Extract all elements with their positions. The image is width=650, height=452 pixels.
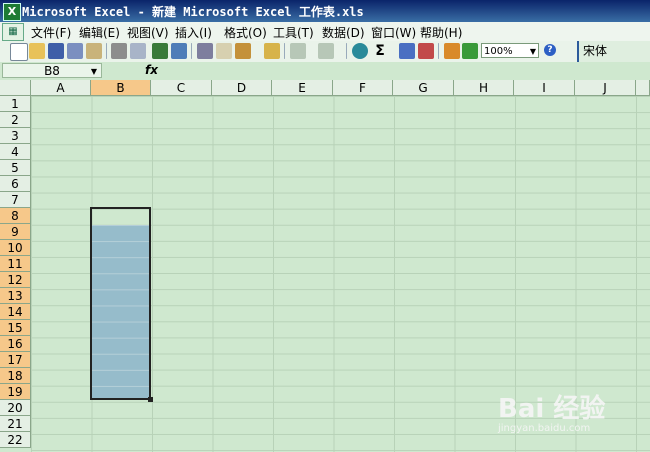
excel-icon[interactable]: X <box>3 3 21 21</box>
column-header-b[interactable]: B <box>91 80 151 96</box>
research-icon[interactable] <box>171 43 187 59</box>
redo-icon[interactable] <box>318 43 334 59</box>
formula-bar: B8 ▼ fx <box>0 62 650 81</box>
row-header[interactable]: 6 <box>0 176 31 192</box>
column-header-k[interactable] <box>636 80 650 96</box>
autosum-icon[interactable]: Σ <box>372 43 388 59</box>
column-header-h[interactable]: H <box>454 80 514 96</box>
chevron-down-icon: ▼ <box>529 47 536 56</box>
menu-format[interactable]: 格式(O) <box>224 24 267 41</box>
row-header-selected[interactable]: 11 <box>0 256 31 272</box>
row-header-selected[interactable]: 10 <box>0 240 31 256</box>
save-icon[interactable] <box>48 43 64 59</box>
row-header-selected[interactable]: 15 <box>0 320 31 336</box>
menu-window[interactable]: 窗口(W) <box>371 24 416 41</box>
row-header-selected[interactable]: 14 <box>0 304 31 320</box>
row-header-selected[interactable]: 17 <box>0 352 31 368</box>
cell-selection-range[interactable] <box>90 207 153 402</box>
column-header-e[interactable]: E <box>272 80 333 96</box>
print-icon[interactable] <box>111 43 127 59</box>
name-box-value: B8 <box>44 64 60 78</box>
row-header-selected[interactable]: 13 <box>0 288 31 304</box>
menu-file[interactable]: 文件(F) <box>31 24 71 41</box>
toolbar-separator <box>106 43 107 59</box>
sort-asc-icon[interactable] <box>399 43 415 59</box>
column-header-i[interactable]: I <box>514 80 575 96</box>
baidu-watermark: Bai 经验 <box>498 394 606 424</box>
menu-view[interactable]: 视图(V) <box>127 24 169 41</box>
help-icon[interactable]: ? <box>544 44 556 56</box>
hyperlink-icon[interactable] <box>352 43 368 59</box>
row-header[interactable]: 7 <box>0 192 31 208</box>
chart-wizard-icon[interactable] <box>444 43 460 59</box>
email-icon[interactable] <box>86 43 102 59</box>
zoom-value: 100% <box>484 46 513 57</box>
column-header-g[interactable]: G <box>393 80 454 96</box>
copy-icon[interactable] <box>216 43 232 59</box>
font-name-value: 宋体 <box>583 44 608 58</box>
standard-toolbar: Σ 100% ▼ ? <box>0 41 650 63</box>
toolbar-separator <box>346 43 347 59</box>
menu-insert[interactable]: 插入(I) <box>175 24 212 41</box>
workbook-icon[interactable]: ▦ <box>2 23 24 41</box>
row-header[interactable]: 20 <box>0 400 31 416</box>
menu-help[interactable]: 帮助(H) <box>420 24 462 41</box>
menu-tools[interactable]: 工具(T) <box>273 24 314 41</box>
paste-icon[interactable] <box>235 43 251 59</box>
row-header[interactable]: 1 <box>0 96 31 112</box>
column-header-f[interactable]: F <box>333 80 393 96</box>
toolbar-separator <box>191 43 192 59</box>
menu-bar: ▦ 文件(F) 编辑(E) 视图(V) 插入(I) 格式(O) 工具(T) 数据… <box>0 22 650 42</box>
undo-icon[interactable] <box>290 43 306 59</box>
cut-icon[interactable] <box>197 43 213 59</box>
row-header-selected[interactable]: 8 <box>0 208 31 224</box>
menu-edit[interactable]: 编辑(E) <box>79 24 120 41</box>
column-header-c[interactable]: C <box>151 80 212 96</box>
column-header-d[interactable]: D <box>212 80 272 96</box>
toolbar-separator <box>284 43 285 59</box>
row-header[interactable]: 21 <box>0 416 31 432</box>
fill-handle[interactable] <box>148 397 153 402</box>
zoom-select[interactable]: 100% ▼ <box>481 43 539 58</box>
row-header-selected[interactable]: 9 <box>0 224 31 240</box>
font-name-box[interactable]: 宋体 <box>577 41 650 62</box>
title-bar: X Microsoft Excel - 新建 Microsoft Excel 工… <box>0 0 650 22</box>
menu-data[interactable]: 数据(D) <box>322 24 365 41</box>
row-header[interactable]: 3 <box>0 128 31 144</box>
insert-function-icon[interactable]: fx <box>145 63 158 77</box>
column-header-a[interactable]: A <box>31 80 91 96</box>
new-icon[interactable] <box>10 43 28 61</box>
window-title: Microsoft Excel - 新建 Microsoft Excel 工作表… <box>22 5 364 19</box>
chevron-down-icon[interactable]: ▼ <box>91 64 97 79</box>
spelling-icon[interactable] <box>152 43 168 59</box>
row-header-selected[interactable]: 12 <box>0 272 31 288</box>
format-painter-icon[interactable] <box>264 43 280 59</box>
sort-desc-icon[interactable] <box>418 43 434 59</box>
column-header-j[interactable]: J <box>575 80 636 96</box>
row-header-selected[interactable]: 18 <box>0 368 31 384</box>
print-preview-icon[interactable] <box>130 43 146 59</box>
row-header[interactable]: 4 <box>0 144 31 160</box>
selection-fill <box>92 225 149 398</box>
open-icon[interactable] <box>29 43 45 59</box>
row-header-selected[interactable]: 16 <box>0 336 31 352</box>
row-header-selected[interactable]: 19 <box>0 384 31 400</box>
row-header[interactable]: 22 <box>0 432 31 448</box>
row-header[interactable]: 2 <box>0 112 31 128</box>
row-header[interactable]: 5 <box>0 160 31 176</box>
baidu-watermark-url: jingyan.baidu.com <box>498 423 591 434</box>
permission-icon[interactable] <box>67 43 83 59</box>
drawing-icon[interactable] <box>462 43 478 59</box>
select-all-corner[interactable] <box>0 80 31 96</box>
toolbar-separator <box>438 43 439 59</box>
name-box[interactable]: B8 ▼ <box>2 63 102 78</box>
